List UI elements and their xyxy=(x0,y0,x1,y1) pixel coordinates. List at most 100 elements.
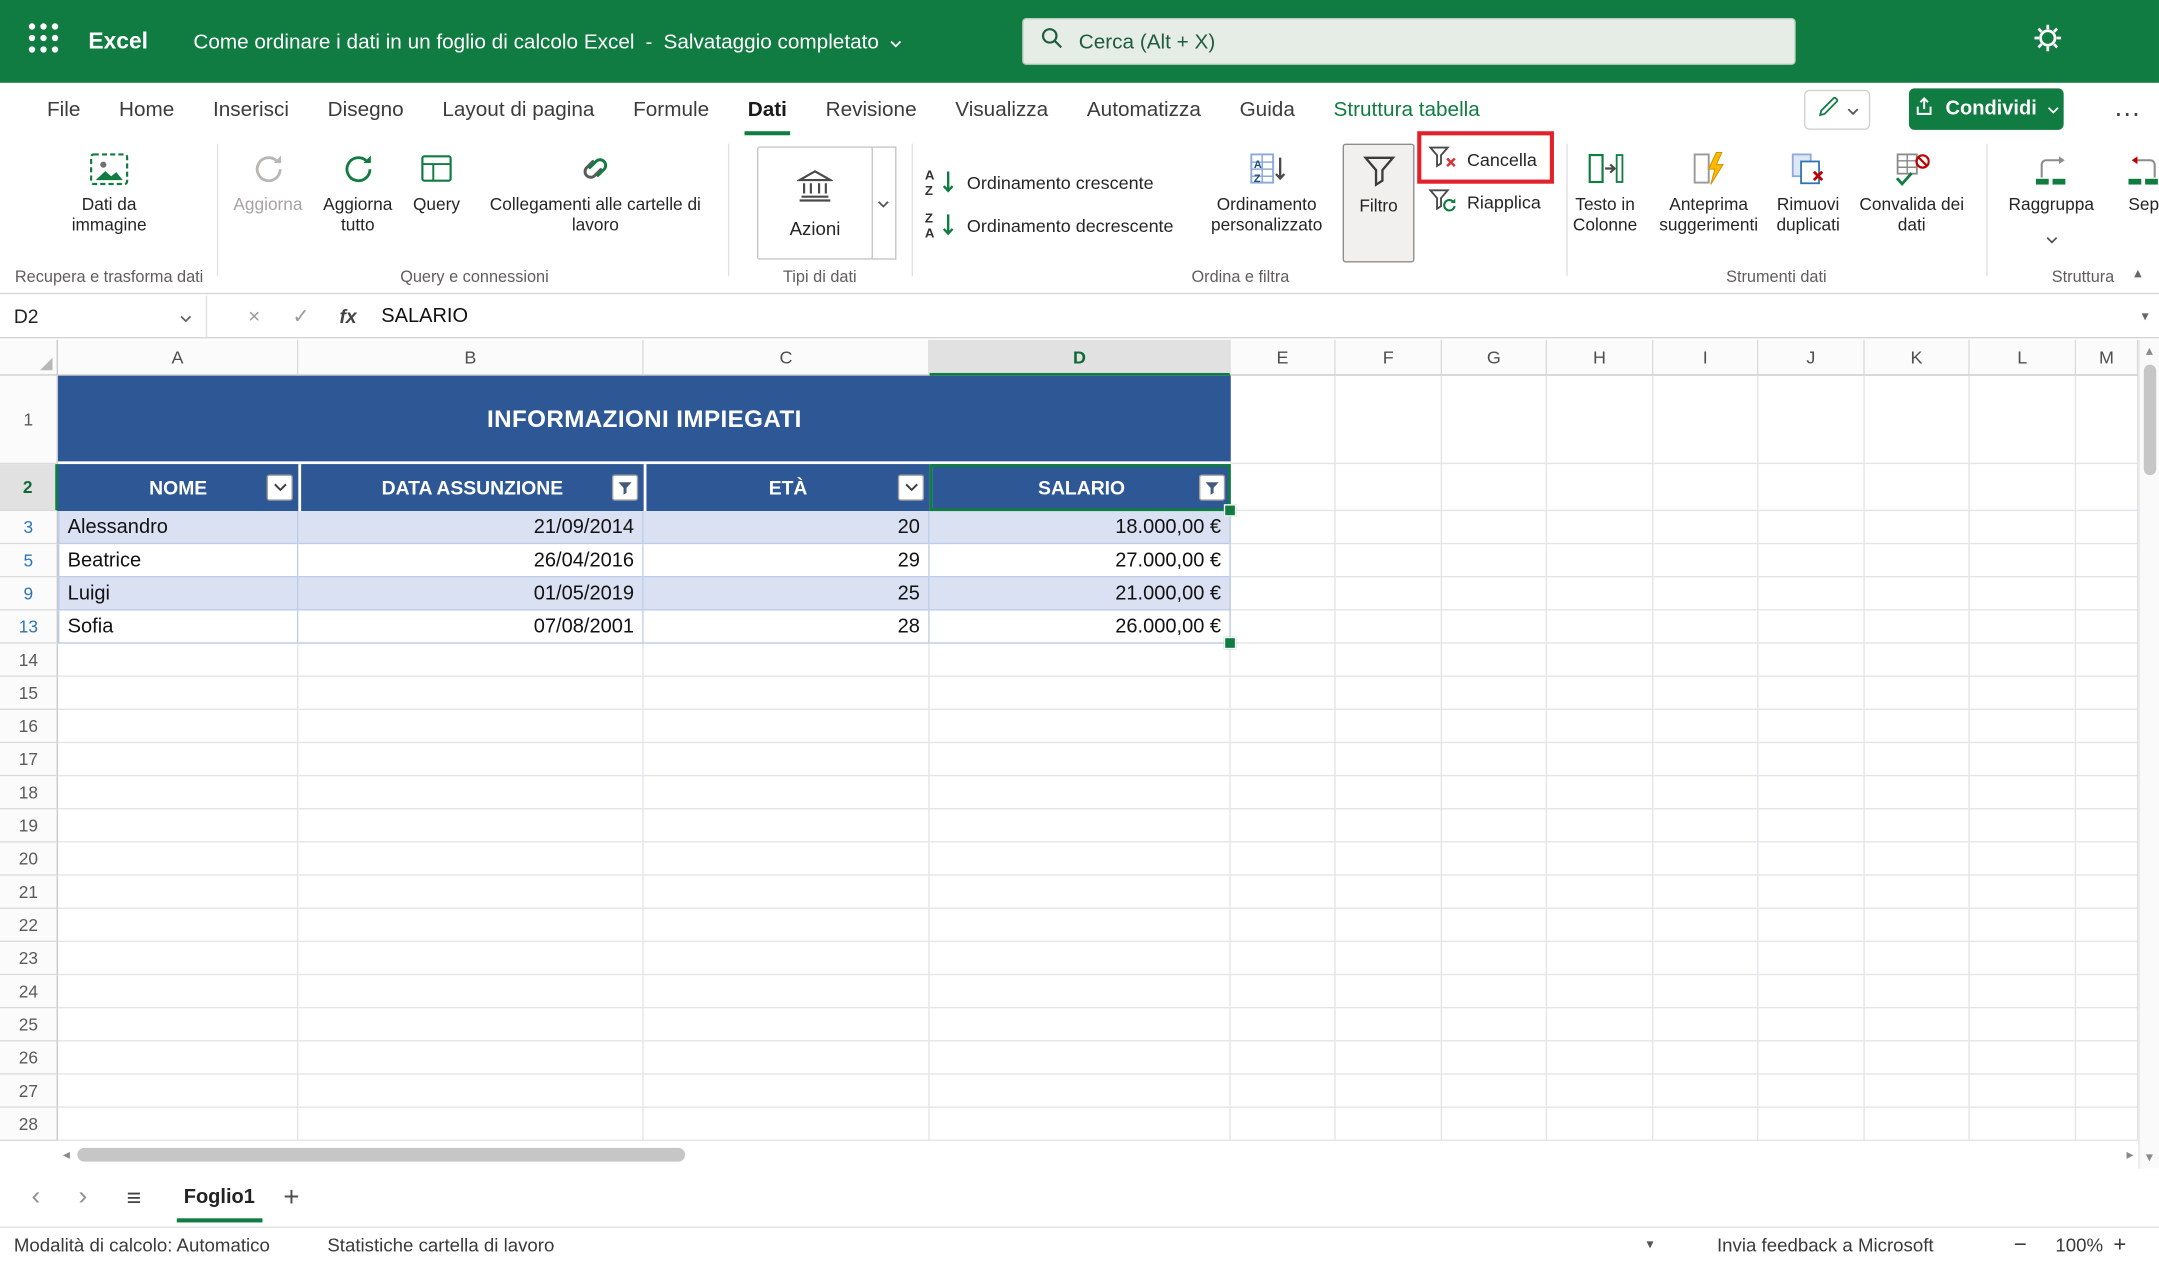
table-cell-9-D[interactable]: 21.000,00 € xyxy=(930,577,1231,610)
collegamenti-cartelle-button[interactable]: Collegamenti alle cartelle di lavoro xyxy=(471,144,720,263)
collapse-ribbon-icon[interactable]: ▴ xyxy=(2134,264,2142,282)
row-header-23[interactable]: 23 xyxy=(0,942,58,975)
more-options-button[interactable]: … xyxy=(2105,86,2149,130)
azioni-dropdown-button[interactable] xyxy=(872,146,897,259)
share-button[interactable]: Condividi xyxy=(1909,88,2064,129)
app-launcher-button[interactable] xyxy=(17,17,69,67)
tab-file[interactable]: File xyxy=(28,83,100,135)
row-header-19[interactable]: 19 xyxy=(0,809,58,842)
settings-button[interactable] xyxy=(2025,22,2069,61)
row-header-22[interactable]: 22 xyxy=(0,909,58,942)
dati-da-immagine-button[interactable]: Dati da immagine xyxy=(25,144,194,263)
row-header-16[interactable]: 16 xyxy=(0,710,58,743)
tab-visualizza[interactable]: Visualizza xyxy=(936,83,1068,135)
raggruppa-button[interactable]: Raggruppa xyxy=(2006,144,2097,263)
sheet-tab-foglio1[interactable]: Foglio1 xyxy=(171,1169,267,1227)
filter-dropdown-button[interactable] xyxy=(267,474,293,500)
table-header-data-assunzione[interactable]: DATA ASSUNZIONE xyxy=(298,464,643,511)
table-cell-13-A[interactable]: Sofia xyxy=(58,611,298,644)
vertical-scroll-thumb[interactable] xyxy=(2144,365,2156,476)
horizontal-scroll-thumb[interactable] xyxy=(77,1148,685,1162)
row-header-17[interactable]: 17 xyxy=(0,743,58,776)
column-header-G[interactable]: G xyxy=(1442,340,1547,376)
table-cell-3-A[interactable]: Alessandro xyxy=(58,511,298,544)
row-header-13[interactable]: 13 xyxy=(0,611,58,644)
azioni-gallery-button[interactable]: Azioni xyxy=(757,146,873,259)
row-header-18[interactable]: 18 xyxy=(0,776,58,809)
cancella-filtro-button[interactable]: Cancella xyxy=(1428,140,1537,180)
tab-formule[interactable]: Formule xyxy=(614,83,729,135)
row-header-3[interactable]: 3 xyxy=(0,511,58,544)
fill-handle[interactable] xyxy=(1224,504,1236,516)
tab-revisione[interactable]: Revisione xyxy=(806,83,936,135)
scroll-right-icon[interactable]: ▸ xyxy=(2122,1146,2139,1163)
column-header-C[interactable]: C xyxy=(644,340,930,376)
row-header-25[interactable]: 25 xyxy=(0,1008,58,1041)
formula-input[interactable]: SALARIO xyxy=(381,296,468,337)
zoom-out-button[interactable]: − xyxy=(2014,1228,2027,1263)
row-header-15[interactable]: 15 xyxy=(0,677,58,710)
table-cell-13-D[interactable]: 26.000,00 € xyxy=(930,611,1231,644)
zoom-level[interactable]: 100% xyxy=(2055,1228,2103,1263)
feedback-link[interactable]: Invia feedback a Microsoft xyxy=(1717,1228,1934,1263)
aggiorna-button[interactable]: Aggiorna xyxy=(225,144,311,263)
tab-layout-di-pagina[interactable]: Layout di pagina xyxy=(423,83,614,135)
table-cell-9-B[interactable]: 01/05/2019 xyxy=(298,577,643,610)
table-cell-9-A[interactable]: Luigi xyxy=(58,577,298,610)
workbook-stats-status[interactable]: Statistiche cartella di lavoro xyxy=(327,1228,554,1263)
table-cell-5-C[interactable]: 29 xyxy=(644,544,930,577)
zoom-in-button[interactable]: + xyxy=(2113,1228,2126,1263)
column-header-L[interactable]: L xyxy=(1970,340,2076,376)
row-header-14[interactable]: 14 xyxy=(0,644,58,677)
row-header-26[interactable]: 26 xyxy=(0,1042,58,1075)
row-header-24[interactable]: 24 xyxy=(0,975,58,1008)
tab-inserisci[interactable]: Inserisci xyxy=(194,83,309,135)
column-header-A[interactable]: A xyxy=(58,340,298,376)
query-button[interactable]: Query xyxy=(403,144,469,263)
tab-guida[interactable]: Guida xyxy=(1220,83,1314,135)
column-header-B[interactable]: B xyxy=(298,340,643,376)
column-header-J[interactable]: J xyxy=(1758,340,1864,376)
rimuovi-duplicati-button[interactable]: Rimuovi duplicati xyxy=(1763,144,1854,263)
column-header-K[interactable]: K xyxy=(1865,340,1970,376)
testo-in-colonne-button[interactable]: Testo in Colonne xyxy=(1558,144,1652,263)
all-sheets-menu-icon[interactable]: ≡ xyxy=(116,1169,152,1227)
column-header-E[interactable]: E xyxy=(1231,340,1336,376)
row-header-1[interactable]: 1 xyxy=(0,376,58,464)
aggiorna-tutto-button[interactable]: Aggiorna tutto xyxy=(315,144,401,263)
search-input[interactable] xyxy=(1076,28,1778,54)
filter-applied-button[interactable] xyxy=(612,474,638,500)
document-title[interactable]: Come ordinare i dati in un foglio di cal… xyxy=(193,0,902,83)
ordinamento-crescente-button[interactable]: AZ Ordinamento crescente xyxy=(923,163,1154,203)
column-header-M[interactable]: M xyxy=(2076,340,2138,376)
table-cell-5-B[interactable]: 26/04/2016 xyxy=(298,544,643,577)
row-header-28[interactable]: 28 xyxy=(0,1108,58,1141)
column-header-H[interactable]: H xyxy=(1547,340,1653,376)
row-header-5[interactable]: 5 xyxy=(0,544,58,577)
scroll-left-icon[interactable]: ◂ xyxy=(58,1146,75,1163)
tab-dati[interactable]: Dati xyxy=(728,83,806,135)
column-header-I[interactable]: I xyxy=(1653,340,1758,376)
status-chevron-icon[interactable]: ▾ xyxy=(1647,1228,1654,1263)
table-cell-5-D[interactable]: 27.000,00 € xyxy=(930,544,1231,577)
next-sheet-icon[interactable]: › xyxy=(66,1169,99,1227)
select-all-corner[interactable] xyxy=(0,340,58,376)
row-header-27[interactable]: 27 xyxy=(0,1075,58,1108)
insert-function-icon[interactable]: fx xyxy=(329,296,368,337)
tab-disegno[interactable]: Disegno xyxy=(308,83,423,135)
confirm-entry-icon[interactable]: ✓ xyxy=(282,296,321,337)
table-header-età[interactable]: ETÀ xyxy=(644,464,930,511)
filtro-button[interactable]: Filtro xyxy=(1343,144,1415,263)
active-cell-D2[interactable] xyxy=(930,464,1231,511)
row-header-2[interactable]: 2 xyxy=(0,464,58,511)
inking-mode-button[interactable] xyxy=(1804,90,1870,130)
separa-button[interactable]: Sep xyxy=(2105,144,2159,263)
add-sheet-icon[interactable]: + xyxy=(273,1169,309,1227)
table-cell-3-D[interactable]: 18.000,00 € xyxy=(930,511,1231,544)
scroll-up-icon[interactable]: ▴ xyxy=(2140,343,2159,360)
table-header-nome[interactable]: NOME xyxy=(58,464,298,511)
horizontal-scrollbar[interactable]: ◂ ▸ xyxy=(58,1144,2138,1166)
cancel-entry-icon[interactable]: × xyxy=(235,296,274,337)
row-header-21[interactable]: 21 xyxy=(0,876,58,909)
filter-dropdown-button[interactable] xyxy=(898,474,924,500)
